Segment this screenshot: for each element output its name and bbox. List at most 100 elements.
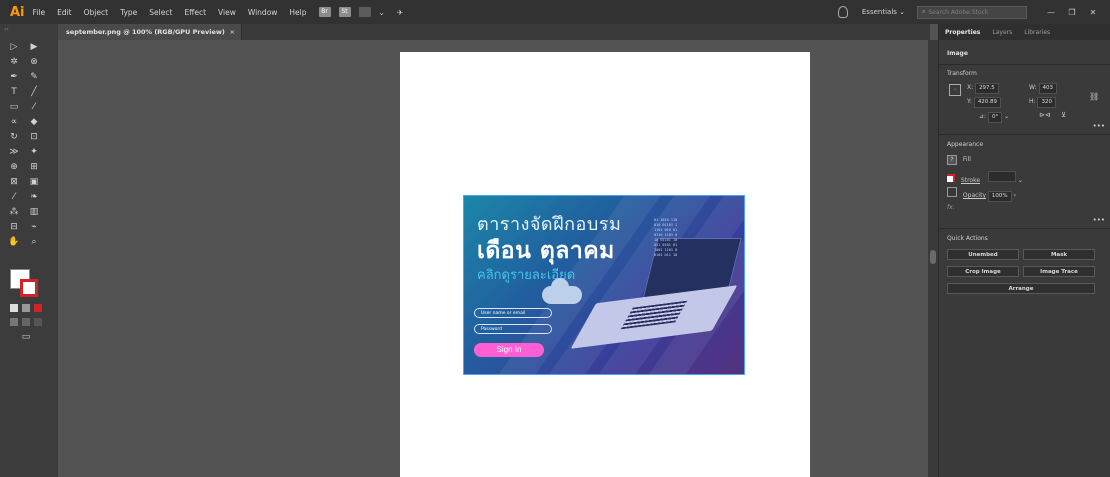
gpu-performance-icon[interactable]: ✈ — [397, 8, 403, 17]
minimize-button[interactable]: — — [1042, 5, 1060, 19]
rotate-tool-icon[interactable]: ↻ — [8, 132, 20, 142]
workspace-switcher[interactable]: Essentials ⌄ — [862, 8, 905, 16]
draw-mode-buttons — [10, 318, 42, 326]
menu-help[interactable]: Help — [289, 8, 306, 17]
shape-builder-tool-icon[interactable]: ⊕ — [8, 162, 20, 172]
angle-input[interactable]: 0° — [987, 112, 1003, 123]
stroke-weight-input[interactable] — [987, 171, 1016, 182]
lasso-tool-icon[interactable]: ⊗ — [28, 57, 40, 67]
more-options-icon[interactable]: ••• — [1093, 216, 1105, 224]
rectangle-tool-icon[interactable]: ▭ — [8, 102, 20, 112]
fx-button[interactable]: fx. — [947, 204, 955, 211]
tab-libraries[interactable]: Libraries — [1018, 29, 1056, 36]
gradient-tool-icon[interactable]: ▣ — [28, 177, 40, 187]
reference-point-icon[interactable]: ⁘ — [949, 84, 961, 96]
magic-wand-tool-icon[interactable]: ✲ — [8, 57, 20, 67]
puppet-warp-tool-icon[interactable]: ✦ — [28, 147, 40, 157]
cloud-illustration — [542, 278, 582, 304]
y-input[interactable]: 420.89 — [973, 97, 1002, 108]
constrain-proportions-icon[interactable]: ⛓ — [1089, 92, 1099, 101]
scale-tool-icon[interactable]: ⊡ — [28, 132, 40, 142]
menu-file[interactable]: File — [33, 8, 46, 17]
image-trace-button[interactable]: Image Trace — [1023, 266, 1095, 277]
none-mode-icon[interactable] — [34, 304, 42, 312]
fill-stroke-widget[interactable] — [10, 269, 40, 299]
type-tool-icon[interactable]: T — [8, 87, 20, 97]
hand-tool-icon[interactable]: ✋ — [8, 237, 20, 247]
draw-normal-icon[interactable] — [10, 318, 18, 326]
symbol-sprayer-tool-icon[interactable]: ⁂ — [8, 207, 20, 217]
column-graph-tool-icon[interactable]: ▥ — [28, 207, 40, 217]
draw-behind-icon[interactable] — [22, 318, 30, 326]
stroke-swatch-icon[interactable] — [947, 174, 955, 182]
chevron-right-icon[interactable]: › — [1014, 192, 1016, 199]
bridge-icon[interactable]: Br — [318, 7, 331, 17]
opacity-label[interactable]: Opacity — [963, 192, 986, 199]
chevron-down-icon[interactable]: ⌄ — [1004, 113, 1009, 120]
opacity-input[interactable]: 100% — [987, 191, 1012, 202]
mesh-tool-icon[interactable]: ⊠ — [8, 177, 20, 187]
placed-image-banner[interactable]: ตารางจัดฝึกอบรม เดือน ตุลาคม คลิกดูรายละ… — [463, 195, 745, 375]
scrollbar-thumb[interactable] — [930, 250, 936, 264]
flip-horizontal-icon[interactable]: ⊳⊲ — [1039, 111, 1051, 119]
w-input[interactable]: 403 — [1038, 83, 1058, 94]
menu-type[interactable]: Type — [120, 8, 137, 17]
workspace-label: Essentials — [861, 8, 897, 16]
menu-edit[interactable]: Edit — [57, 8, 72, 17]
arrange-button[interactable]: Arrange — [947, 283, 1095, 294]
lightbulb-icon[interactable] — [837, 6, 848, 18]
stroke-label[interactable]: Stroke — [961, 177, 980, 184]
w-row: W: 403 — [1029, 83, 1058, 94]
selection-tool-icon[interactable]: ▷ — [8, 42, 20, 52]
paintbrush-tool-icon[interactable]: ⁄ — [28, 102, 40, 112]
direct-selection-tool-icon[interactable]: ▶ — [28, 42, 40, 52]
width-tool-icon[interactable]: ≫ — [8, 147, 20, 157]
menu-select[interactable]: Select — [149, 8, 172, 17]
more-options-icon[interactable]: ••• — [1093, 122, 1105, 130]
h-input[interactable]: 320 — [1037, 97, 1056, 108]
stroke-swatch[interactable] — [20, 279, 38, 297]
y-row: Y: 420.89 — [967, 97, 1002, 108]
x-input[interactable]: 297.5 — [975, 83, 999, 94]
eyedropper-tool-icon[interactable]: ⁄ — [8, 192, 20, 202]
curvature-tool-icon[interactable]: ✎ — [28, 72, 40, 82]
restore-button[interactable]: ❐ — [1063, 5, 1081, 19]
draw-inside-icon[interactable] — [34, 318, 42, 326]
tab-layers[interactable]: Layers — [986, 29, 1018, 36]
blend-tool-icon[interactable]: ❧ — [28, 192, 40, 202]
chevron-down-icon[interactable]: ⌄ — [379, 8, 385, 17]
divider — [939, 228, 1110, 229]
stock-icon[interactable]: St — [338, 7, 351, 17]
shaper-tool-icon[interactable]: ∝ — [8, 117, 20, 127]
chevron-down-icon[interactable]: ⌄ — [1018, 177, 1023, 184]
close-button[interactable]: ✕ — [1084, 5, 1102, 19]
pen-tool-icon[interactable]: ✒ — [8, 72, 20, 82]
crop-image-button[interactable]: Crop Image — [947, 266, 1019, 277]
menu-object[interactable]: Object — [84, 8, 108, 17]
tab-properties[interactable]: Properties — [939, 29, 986, 36]
menu-view[interactable]: View — [218, 8, 236, 17]
menu-effect[interactable]: Effect — [184, 8, 206, 17]
eraser-tool-icon[interactable]: ◆ — [28, 117, 40, 127]
mask-button[interactable]: Mask — [1023, 249, 1095, 260]
zoom-tool-icon[interactable]: ⌕ — [28, 237, 40, 247]
document-tab[interactable]: september.png @ 100% (RGB/GPU Preview) × — [58, 24, 242, 40]
screen-mode-icon[interactable]: ▭ — [20, 332, 32, 342]
stock-search-input[interactable]: ⌕ Search Adobe Stock — [917, 5, 1027, 19]
unembed-button[interactable]: Unembed — [947, 249, 1019, 260]
gradient-mode-icon[interactable] — [22, 304, 30, 312]
collapse-toolbar-icon[interactable]: ‹‹ — [4, 26, 9, 33]
artboard-tool-icon[interactable]: ⊟ — [8, 222, 20, 232]
color-mode-icon[interactable] — [10, 304, 18, 312]
close-tab-icon[interactable]: × — [230, 28, 235, 36]
menu-window[interactable]: Window — [248, 8, 278, 17]
perspective-grid-tool-icon[interactable]: ⊞ — [28, 162, 40, 172]
fill-swatch-icon[interactable]: ? — [947, 155, 957, 165]
slice-tool-icon[interactable]: ⌁ — [28, 222, 40, 232]
document-tab-title: september.png @ 100% (RGB/GPU Preview) — [66, 28, 225, 36]
y-label: Y: — [967, 98, 972, 105]
flip-vertical-icon[interactable]: ⊻ — [1061, 111, 1066, 119]
line-tool-icon[interactable]: ╱ — [28, 87, 40, 97]
arrange-documents-icon[interactable] — [358, 7, 371, 17]
appearance-section-title: Appearance — [947, 141, 984, 148]
